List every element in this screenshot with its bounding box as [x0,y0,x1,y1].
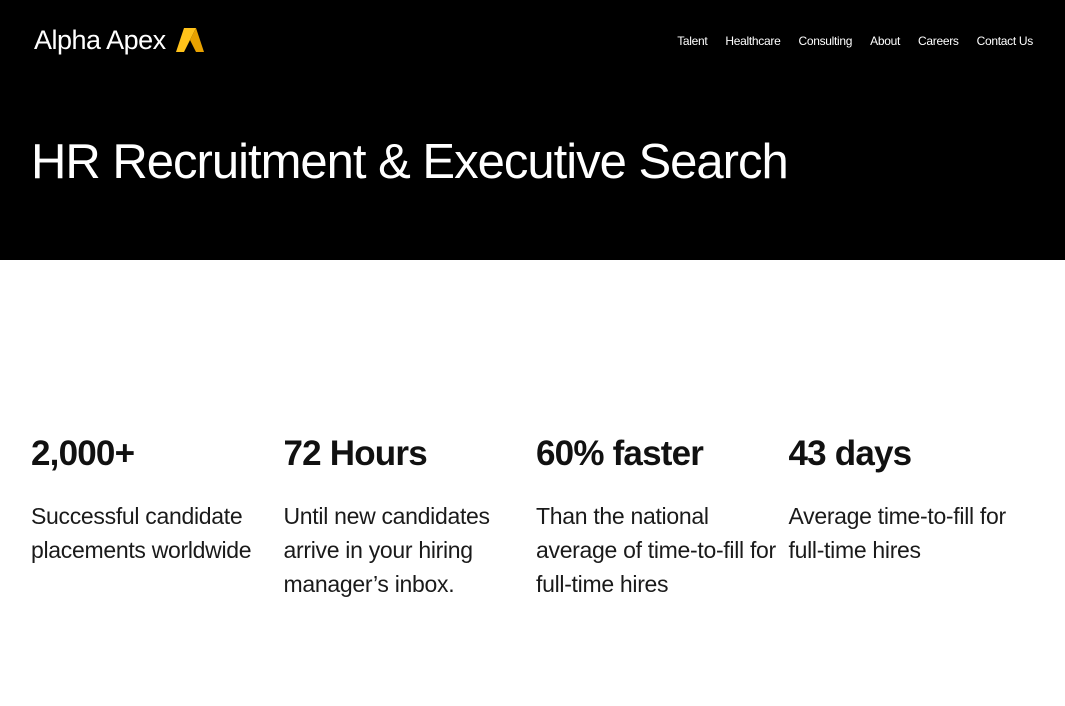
nav-healthcare[interactable]: Healthcare [725,33,780,49]
stat-placements: 2,000+ Successful candidate placements w… [31,432,284,601]
stat-description: Until new candidates arrive in your hiri… [283,503,491,597]
stat-value: 43 days [788,434,913,473]
brand-name: Alpha Apex [34,25,166,55]
stat-value: 2,000+ [31,434,135,473]
stat-description: Successful candidate placements worldwid… [31,503,252,563]
stat-time-to-fill: 43 days Average time-to-fill for full-ti… [789,432,1042,601]
stat-value: 60% faster [536,434,704,473]
nav-careers[interactable]: Careers [918,33,959,49]
brand-home-link[interactable]: Alpha Apex [34,24,205,56]
main-nav: Talent Healthcare Consulting About Caree… [677,33,1033,49]
nav-about[interactable]: About [870,33,900,49]
stat-description: Average time-to-fill for full-time hires [788,503,1007,563]
stat-value: 72 Hours [283,434,428,473]
nav-consulting[interactable]: Consulting [798,33,852,49]
stat-description: Than the national average of time-to-fil… [536,503,776,597]
stats-section: 2,000+ Successful candidate placements w… [31,432,1041,601]
hero-header: Alpha Apex Talent Healthcare Consulting … [0,0,1065,260]
stat-turnaround: 72 Hours Until new candidates arrive in … [284,432,537,601]
nav-talent[interactable]: Talent [677,33,708,49]
nav-contact-us[interactable]: Contact Us [977,33,1034,49]
page-title: HR Recruitment & Executive Search [31,135,789,189]
apex-logo-icon [175,28,204,52]
stat-speed: 60% faster Than the national average of … [536,432,789,601]
